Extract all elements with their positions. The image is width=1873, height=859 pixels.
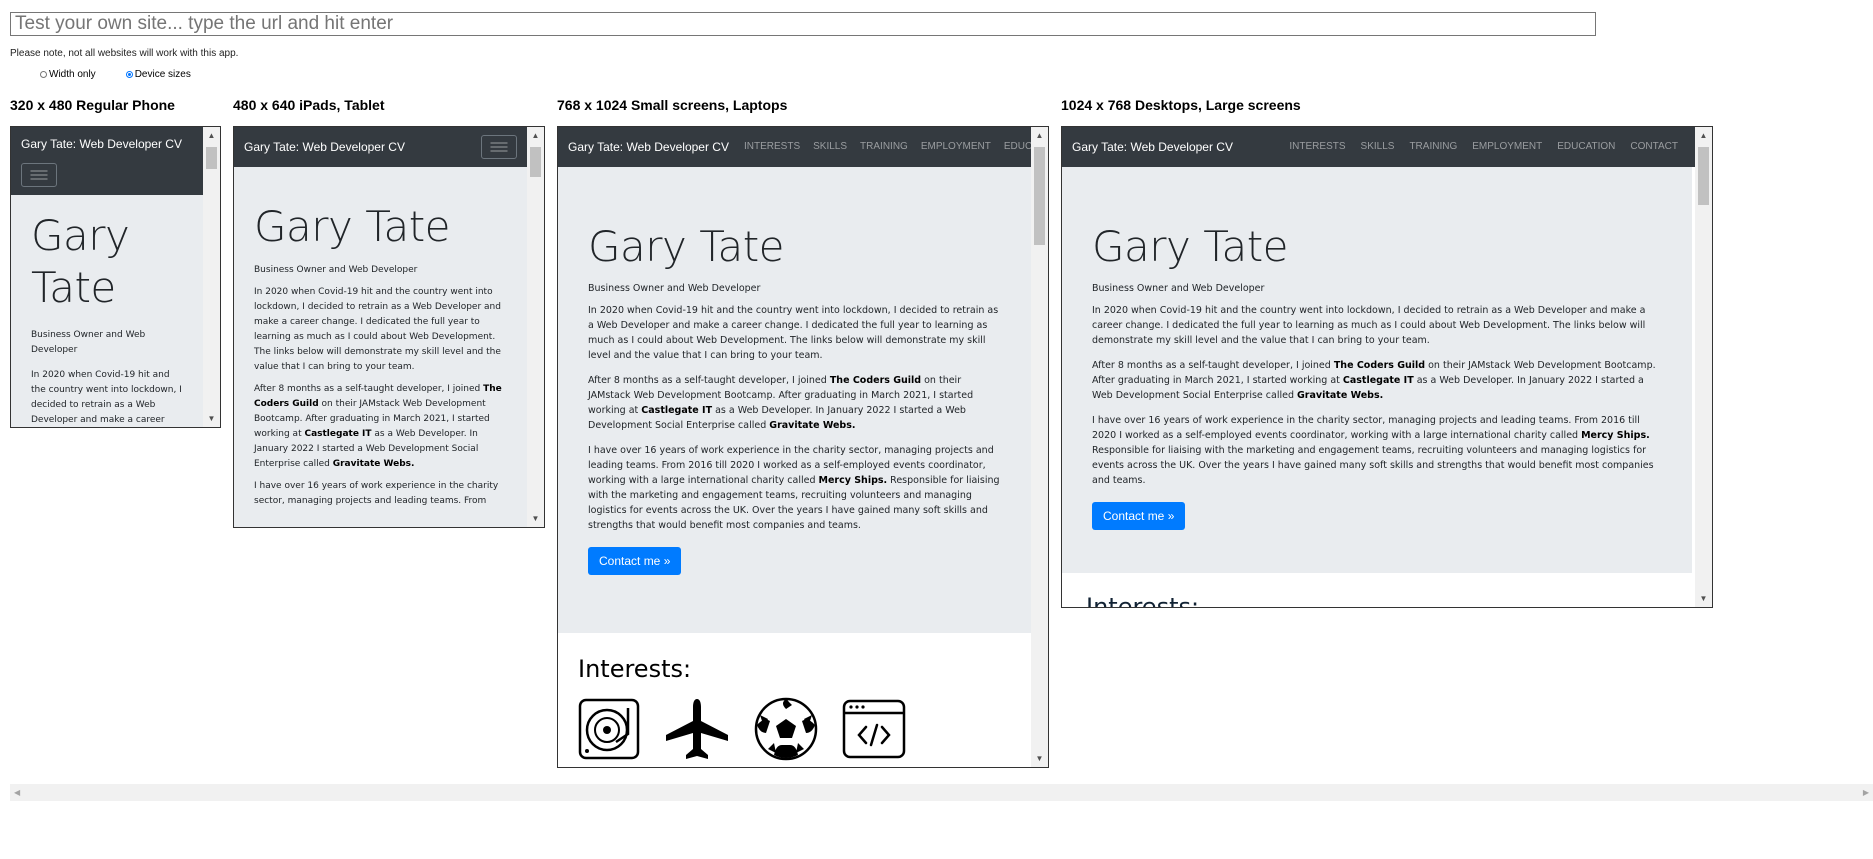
scroll-thumb[interactable] bbox=[530, 147, 541, 177]
nav-link-education[interactable]: EDUCATION bbox=[1557, 141, 1615, 152]
nav-link-interests[interactable]: INTERESTS bbox=[744, 141, 800, 152]
page-heading: Gary Tate bbox=[31, 211, 130, 312]
scroll-up-arrow-icon[interactable]: ▲ bbox=[203, 127, 220, 144]
subtitle: Business Owner and Web Developer bbox=[588, 283, 761, 294]
football-icon bbox=[754, 697, 818, 761]
page-heading: Gary Tate bbox=[588, 222, 785, 271]
contact-me-button[interactable]: Contact me » bbox=[588, 547, 682, 575]
tablet-preview-frame[interactable]: Gary Tate: Web Developer CV Gary Tate Bu… bbox=[233, 126, 545, 528]
scroll-thumb[interactable] bbox=[1034, 147, 1045, 245]
intro-paragraph: In 2020 when Covid-19 hit and the countr… bbox=[254, 287, 501, 372]
jumbotron: Gary Tate Business Owner and Web Develop… bbox=[558, 167, 1031, 633]
scroll-down-arrow-icon[interactable]: ▼ bbox=[1695, 590, 1712, 607]
intro-paragraph: In 2020 when Covid-19 hit and the countr… bbox=[1092, 305, 1646, 346]
desktop-preview-frame[interactable]: Gary Tate: Web Developer CV INTERESTS SK… bbox=[1061, 126, 1713, 608]
contact-me-button[interactable]: Contact me » bbox=[1092, 502, 1186, 530]
career-paragraph: After 8 months as a self-taught develope… bbox=[1092, 360, 1656, 401]
nav-link-training[interactable]: TRAINING bbox=[860, 141, 908, 152]
brand[interactable]: Gary Tate: Web Developer CV bbox=[21, 137, 203, 151]
nav-links: INTERESTS SKILLS TRAINING EMPLOYMENT EDU… bbox=[744, 141, 1031, 152]
nav-link-skills[interactable]: SKILLS bbox=[1361, 141, 1395, 152]
scroll-left-arrow-icon[interactable]: ◀ bbox=[14, 784, 20, 801]
nav-link-contact[interactable]: CONTACT bbox=[1630, 141, 1678, 152]
turntable-icon bbox=[578, 697, 640, 761]
scroll-down-arrow-icon[interactable]: ▼ bbox=[203, 410, 220, 427]
page-horizontal-scrollbar[interactable]: ◀ ▶ bbox=[10, 784, 1873, 801]
scroll-right-arrow-icon[interactable]: ▶ bbox=[1863, 784, 1869, 801]
jumbotron: Gary Tate Business Owner and Web Develope… bbox=[11, 195, 203, 427]
scroll-thumb[interactable] bbox=[206, 147, 217, 169]
subtitle: Business Owner and Web Developer bbox=[31, 330, 146, 355]
tablet-frame-label: 480 x 640 iPads, Tablet bbox=[233, 97, 385, 113]
nav-link-training[interactable]: TRAINING bbox=[1409, 141, 1457, 152]
subtitle: Business Owner and Web Developer bbox=[1092, 283, 1265, 294]
jumbotron: Gary Tate Business Owner and Web Develop… bbox=[234, 167, 527, 527]
intro-paragraph: In 2020 when Covid-19 hit and the countr… bbox=[588, 305, 999, 361]
career-paragraph: After 8 months as a self-taught develope… bbox=[588, 375, 974, 431]
nav-link-interests[interactable]: INTERESTS bbox=[1289, 141, 1345, 152]
navbar: Gary Tate: Web Developer CV INTERESTS SK… bbox=[558, 127, 1031, 167]
page-heading: Gary Tate bbox=[254, 202, 451, 251]
laptop-scrollbar[interactable]: ▲ ▼ bbox=[1031, 127, 1048, 767]
nav-link-skills[interactable]: SKILLS bbox=[813, 141, 847, 152]
scroll-up-arrow-icon[interactable]: ▲ bbox=[1695, 127, 1712, 144]
nav-link-employment[interactable]: EMPLOYMENT bbox=[921, 141, 991, 152]
scroll-down-arrow-icon[interactable]: ▼ bbox=[527, 510, 544, 527]
interests-section: Interests: bbox=[558, 633, 1031, 761]
experience-paragraph: I have over 16 years of work experience … bbox=[1092, 415, 1654, 486]
experience-paragraph: I have over 16 years of work experience … bbox=[588, 445, 1000, 531]
scroll-thumb[interactable] bbox=[1698, 147, 1709, 205]
code-window-icon bbox=[842, 697, 906, 761]
navbar: Gary Tate: Web Developer CV INTERESTS SK… bbox=[1062, 127, 1695, 167]
phone-scrollbar[interactable]: ▲ ▼ bbox=[203, 127, 220, 427]
intro-paragraph: In 2020 when Covid-19 hit and the countr… bbox=[31, 370, 182, 425]
device-sizes-radio[interactable]: Device sizes bbox=[125, 69, 191, 80]
career-paragraph: After 8 months as a self-taught develope… bbox=[254, 384, 502, 469]
interest-icons bbox=[578, 697, 1011, 761]
scroll-up-arrow-icon[interactable]: ▲ bbox=[527, 127, 544, 144]
laptop-preview-frame[interactable]: Gary Tate: Web Developer CV INTERESTS SK… bbox=[557, 126, 1049, 768]
url-input[interactable] bbox=[10, 12, 1596, 36]
width-only-radio[interactable]: Width only bbox=[40, 69, 96, 80]
desktop-scrollbar[interactable]: ▲ ▼ bbox=[1695, 127, 1712, 607]
nav-link-education[interactable]: EDUCATIC bbox=[1004, 141, 1031, 152]
nav-link-employment[interactable]: EMPLOYMENT bbox=[1472, 141, 1542, 152]
view-mode-radios: Width only Device sizes bbox=[40, 69, 221, 80]
interests-section: Interests: bbox=[1062, 573, 1695, 607]
jumbotron: Gary Tate Business Owner and Web Develop… bbox=[1062, 167, 1692, 573]
scroll-up-arrow-icon[interactable]: ▲ bbox=[1031, 127, 1048, 144]
phone-preview-frame[interactable]: Gary Tate: Web Developer CV Gary Tate Bus… bbox=[10, 126, 221, 428]
tablet-scrollbar[interactable]: ▲ ▼ bbox=[527, 127, 544, 527]
navbar: Gary Tate: Web Developer CV bbox=[11, 127, 203, 195]
scroll-down-arrow-icon[interactable]: ▼ bbox=[1031, 750, 1048, 767]
page-heading: Gary Tate bbox=[1092, 222, 1289, 271]
interests-heading: Interests: bbox=[578, 655, 692, 683]
interests-heading: Interests: bbox=[1086, 593, 1200, 607]
experience-paragraph: I have over 16 years of work experience … bbox=[254, 481, 499, 506]
navbar-toggler[interactable] bbox=[21, 163, 57, 187]
desktop-frame-label: 1024 x 768 Desktops, Large screens bbox=[1061, 97, 1301, 113]
phone-frame-label: 320 x 480 Regular Phone bbox=[10, 97, 175, 113]
navbar: Gary Tate: Web Developer CV bbox=[234, 127, 527, 167]
airplane-icon bbox=[664, 697, 730, 761]
compatibility-note: Please note, not all websites will work … bbox=[10, 48, 239, 59]
subtitle: Business Owner and Web Developer bbox=[254, 265, 418, 275]
laptop-frame-label: 768 x 1024 Small screens, Laptops bbox=[557, 97, 788, 113]
nav-links: INTERESTS SKILLS TRAINING EMPLOYMENT EDU… bbox=[1289, 141, 1678, 152]
navbar-toggler[interactable] bbox=[481, 135, 517, 159]
